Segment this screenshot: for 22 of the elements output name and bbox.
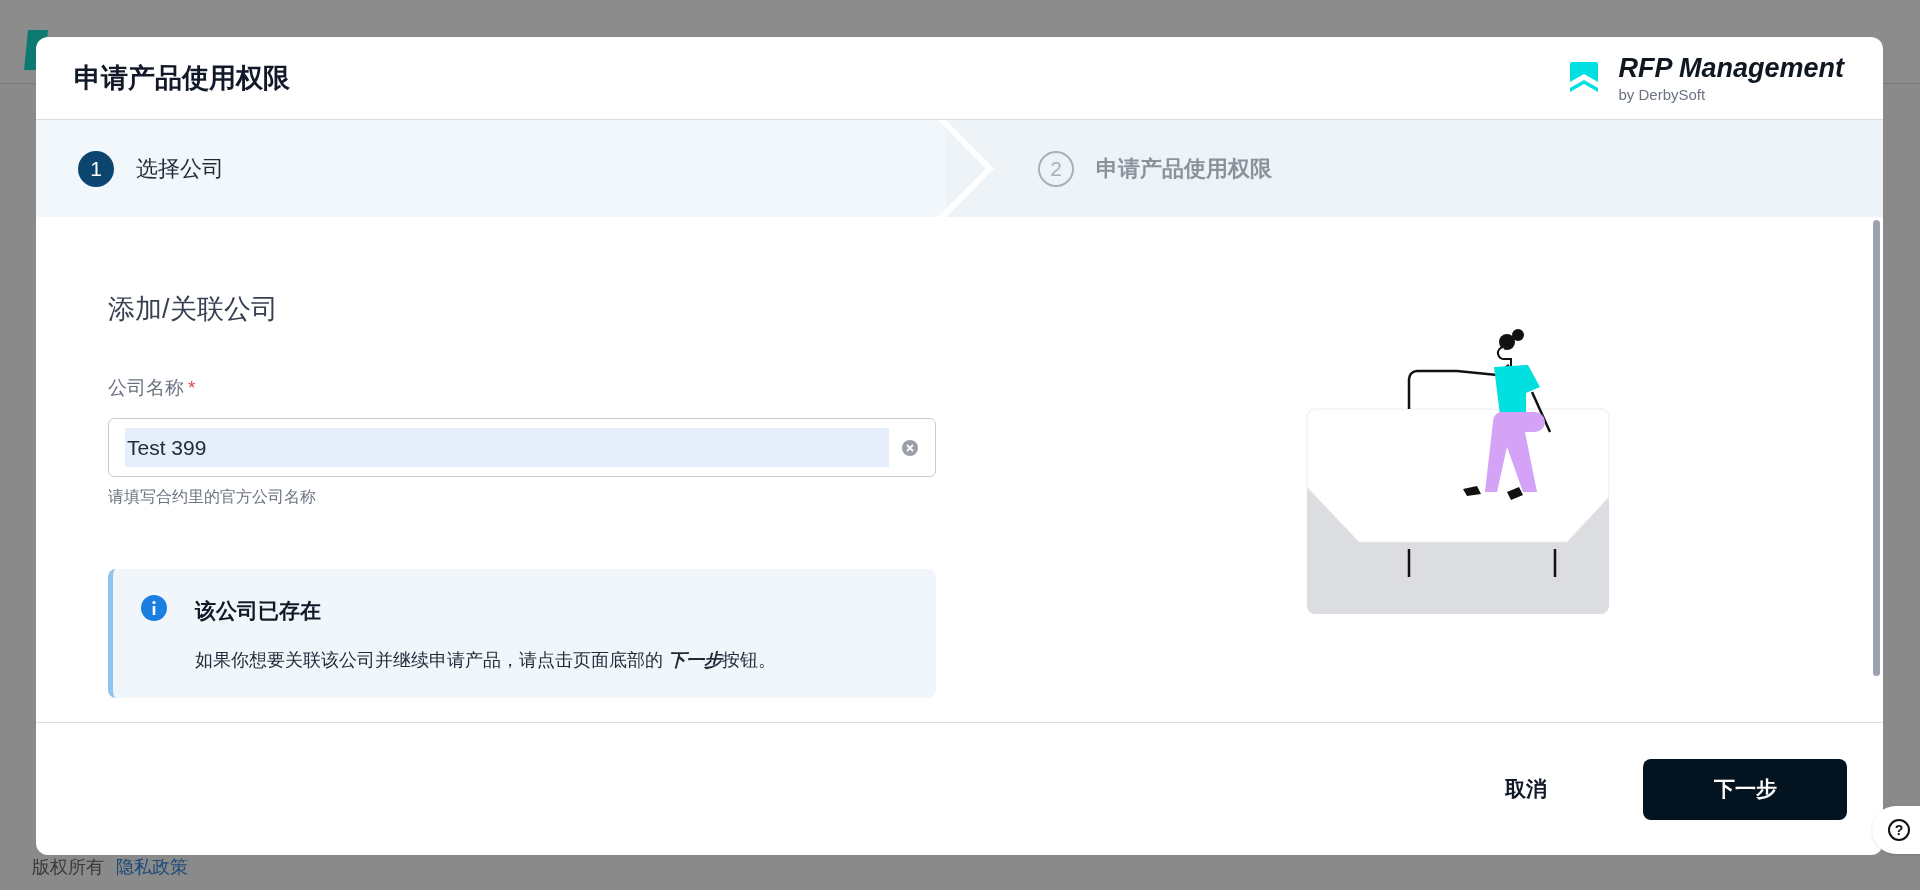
help-button[interactable]: ? [1872, 806, 1920, 854]
step-label: 选择公司 [136, 155, 224, 183]
helper-text: 请填写合约里的官方公司名称 [108, 487, 317, 507]
brand-logo-icon [1570, 62, 1599, 94]
info-icon [141, 595, 167, 621]
company-name-field[interactable]: Test 399 [108, 418, 936, 477]
next-button[interactable]: 下一步 [1643, 758, 1847, 820]
step-number: 1 [78, 150, 114, 187]
alert-title: 该公司已存在 [195, 598, 322, 624]
alert-message: 如果你想要关联该公司并继续申请产品，请点击页面底部的 下一步按钮。 [195, 648, 776, 672]
brand-byline: by DerbySoft [1618, 85, 1707, 105]
copyright-text: 版权所有 [32, 858, 104, 876]
required-mark: * [188, 375, 196, 400]
step-label: 申请产品使用权限 [1096, 155, 1272, 183]
cancel-button[interactable]: 取消 [1489, 765, 1563, 813]
dialog-title: 申请产品使用权限 [74, 61, 290, 95]
brand-name: RFP Management [1618, 51, 1844, 85]
step-number: 2 [1038, 150, 1074, 187]
section-title: 添加/关联公司 [108, 293, 279, 326]
scrollbar[interactable] [1873, 220, 1880, 676]
clear-icon[interactable] [901, 438, 919, 457]
field-label: 公司名称 [108, 375, 184, 400]
